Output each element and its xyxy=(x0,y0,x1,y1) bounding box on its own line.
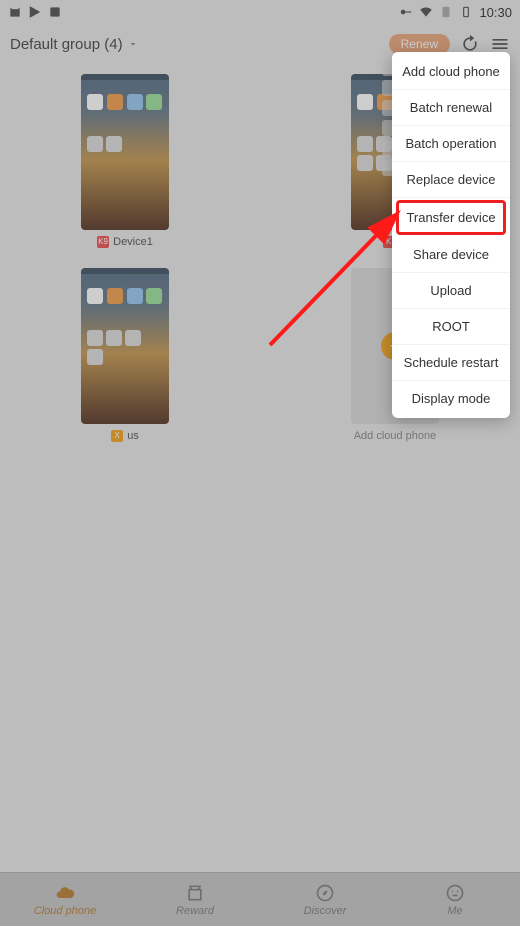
dropdown-item[interactable]: Replace device xyxy=(392,162,510,198)
dropdown-item[interactable]: Batch renewal xyxy=(392,90,510,126)
dropdown-menu: Add cloud phoneBatch renewalBatch operat… xyxy=(392,52,510,418)
dropdown-item[interactable]: Schedule restart xyxy=(392,345,510,381)
dropdown-item[interactable]: Upload xyxy=(392,273,510,309)
bottom-nav-overlay xyxy=(0,872,520,926)
dropdown-item[interactable]: ROOT xyxy=(392,309,510,345)
dropdown-item[interactable]: Transfer device xyxy=(396,200,506,235)
dropdown-item[interactable]: Batch operation xyxy=(392,126,510,162)
dropdown-item[interactable]: Display mode xyxy=(392,381,510,416)
dropdown-item[interactable]: Share device xyxy=(392,237,510,273)
dropdown-item[interactable]: Add cloud phone xyxy=(392,54,510,90)
